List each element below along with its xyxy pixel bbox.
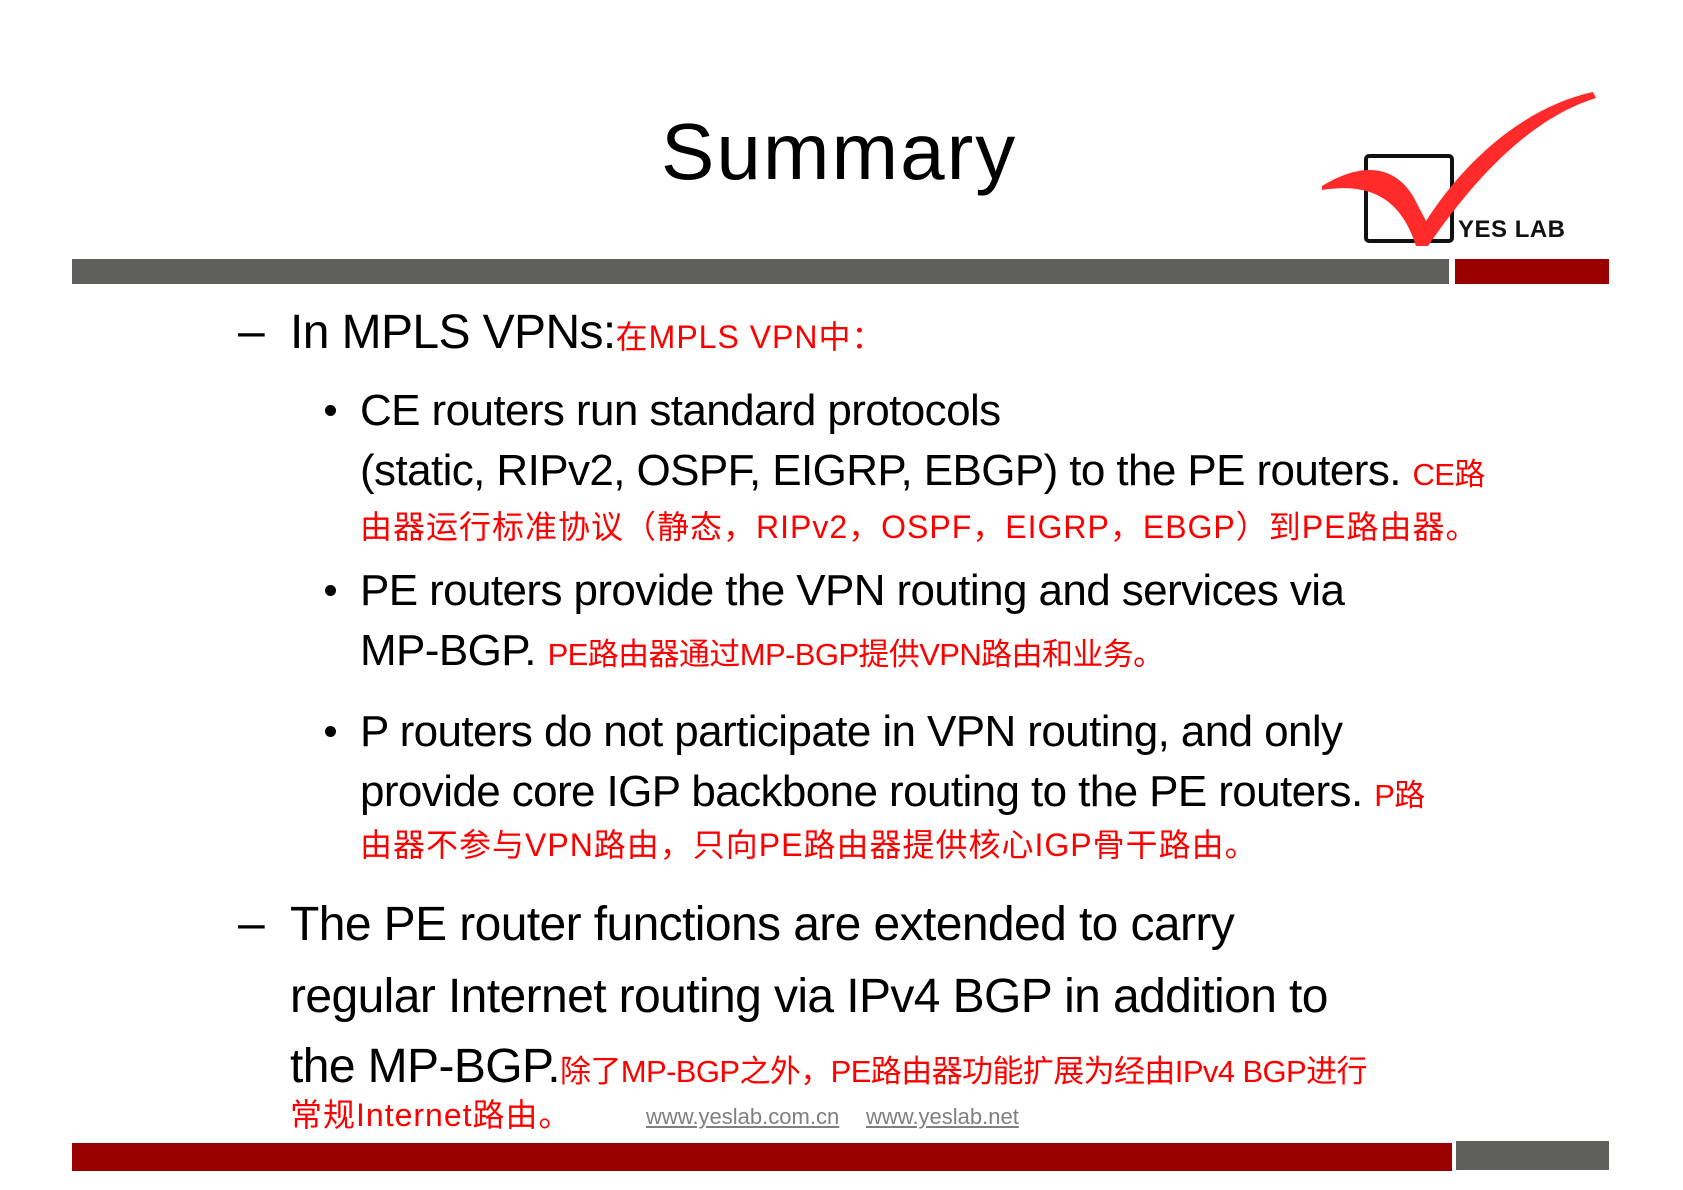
section-dash: – [238,897,265,950]
bullet-3-translation-start: P路 [1374,778,1425,813]
slide-title: Summary [661,107,1018,196]
header-bar-red [1455,259,1609,284]
section-2-line-2: regular Internet routing via IPv4 BGP in… [290,970,1328,1023]
bullet-3-translation: 由器不参与VPN路由，只向PE路由器提供核心IGP骨干路由。 [360,827,1258,863]
bullet-2-text: MP-BGP. [360,626,537,675]
bullet-2-translation: PE路由器通过MP-BGP提供VPN路由和业务。 [547,637,1165,672]
bullet-dot [325,726,336,737]
section-2-translation: 常规Internet路由。 [290,1097,572,1133]
footer-bar-gray [1456,1141,1609,1170]
footer-link-com-cn[interactable]: www.yeslab.com.cn [646,1106,839,1128]
heading-translation: 在MPLS VPN中： [615,319,885,355]
bullet-dot [325,585,336,596]
section-heading: In MPLS VPNs:在MPLS VPN中： [290,309,885,357]
bullet-3-line-2: provide core IGP backbone routing to the… [360,770,1425,814]
logo-text: YES LAB [1458,216,1566,243]
footer-bar-red [72,1143,1452,1171]
section-2-translation-start: 除了MP-BGP之外，PE路由器功能扩展为经由IPv4 BGP进行 [559,1054,1368,1089]
bullet-1-text: (static, RIPv2, OSPF, EIGRP, EBGP) to th… [360,446,1401,495]
bullet-1-translation: 由器运行标准协议（静态，RIPv2，OSPF，EIGRP，EBGP）到PE路由器… [360,509,1479,545]
section-2-text: the MP-BGP. [290,1040,561,1093]
bullet-1-line-1: CE routers run standard protocols [360,386,1001,435]
footer-link-net[interactable]: www.yeslab.net [866,1106,1019,1128]
bullet-dot [325,405,336,416]
heading-text: In MPLS VPNs: [290,306,616,359]
bullet-3-line-1: P routers do not participate in VPN rout… [360,707,1343,756]
bullet-3-text: provide core IGP backbone routing to the… [360,767,1363,816]
bullet-2-line-2: MP-BGP. PE路由器通过MP-BGP提供VPN路由和业务。 [360,629,1164,673]
bullet-1-line-2: (static, RIPv2, OSPF, EIGRP, EBGP) to th… [360,449,1485,493]
section-2-line-3: the MP-BGP.除了MP-BGP之外，PE路由器功能扩展为经由IPv4 B… [290,1040,1368,1093]
section-2-line-1: The PE router functions are extended to … [290,898,1235,951]
section-dash: – [238,305,265,358]
bullet-2-line-1: PE routers provide the VPN routing and s… [360,566,1345,615]
bullet-1-translation-start: CE路 [1412,457,1486,492]
header-bar-gray [72,259,1449,284]
